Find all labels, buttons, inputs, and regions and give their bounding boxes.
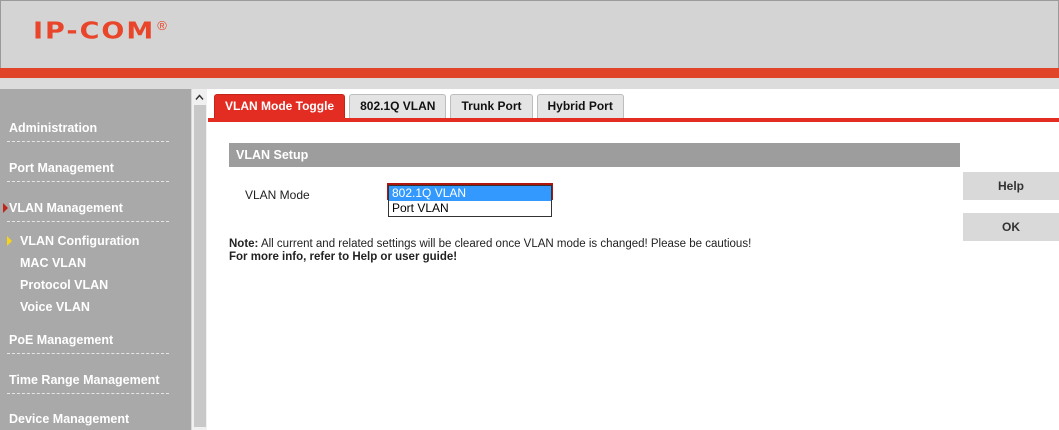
sidebar-section-port-management[interactable]: Port Management	[0, 159, 191, 189]
sidebar-section-label: VLAN Management	[9, 201, 123, 215]
ok-button[interactable]: OK	[963, 213, 1059, 241]
header-accent-bar	[0, 68, 1059, 78]
divider	[7, 141, 169, 142]
vlan-mode-dropdown-list: 802.1Q VLAN Port VLAN	[388, 185, 552, 217]
vlan-mode-label: VLAN Mode	[245, 188, 310, 202]
chevron-up-icon[interactable]	[195, 93, 204, 102]
main-content	[208, 122, 1059, 430]
note-text: All current and related settings will be…	[258, 238, 752, 250]
dropdown-option-802-1q-vlan[interactable]: 802.1Q VLAN	[389, 186, 551, 201]
tab-vlan-mode-toggle[interactable]: VLAN Mode Toggle	[214, 94, 346, 118]
scrollbar-thumb[interactable]	[194, 105, 206, 427]
logo-text: IP-COM	[33, 18, 156, 45]
divider	[7, 181, 169, 182]
sidebar-section-vlan-management[interactable]: VLAN Management	[0, 199, 191, 229]
sidebar-section-label: Administration	[9, 121, 98, 135]
sidebar-section-label: PoE Management	[9, 333, 114, 347]
divider	[7, 393, 169, 394]
tab-bar: VLAN Mode Toggle 802.1Q VLAN Trunk Port …	[214, 94, 628, 118]
sidebar-item-label: MAC VLAN	[20, 256, 86, 270]
header-under-bar	[0, 78, 1059, 89]
sidebar-section-label: Time Range Management	[9, 373, 160, 387]
dropdown-option-port-vlan[interactable]: Port VLAN	[389, 201, 551, 216]
sidebar-section-label: Port Management	[9, 161, 114, 175]
sidebar-section-administration[interactable]: Administration	[0, 119, 191, 149]
tab-hybrid-port[interactable]: Hybrid Port	[536, 94, 624, 118]
sidebar-section-poe-management[interactable]: PoE Management	[0, 331, 191, 361]
sidebar-item-label: Protocol VLAN	[20, 278, 109, 292]
sidebar-item-voice-vlan[interactable]: Voice VLAN	[0, 299, 191, 317]
help-button[interactable]: Help	[963, 172, 1059, 200]
sidebar-section-label: Device Management	[9, 412, 130, 426]
sidebar-section-device-management[interactable]: Device Management	[0, 411, 191, 430]
sidebar-item-label: VLAN Configuration	[20, 234, 140, 248]
divider	[7, 221, 169, 222]
tab-trunk-port[interactable]: Trunk Port	[450, 94, 533, 118]
sidebar-item-mac-vlan[interactable]: MAC VLAN	[0, 255, 191, 273]
sidebar-item-label: Voice VLAN	[20, 300, 90, 314]
sidebar-item-protocol-vlan[interactable]: Protocol VLAN	[0, 277, 191, 295]
warning-note: Note: All current and related settings w…	[229, 238, 751, 250]
sidebar-section-time-range-management[interactable]: Time Range Management	[0, 371, 191, 401]
note-prefix: Note:	[229, 238, 259, 250]
sidebar-scrollbar[interactable]	[191, 89, 207, 430]
arrow-right-icon	[7, 236, 12, 246]
app-header: IP-COM ®	[0, 0, 1059, 68]
registered-mark: ®	[157, 18, 167, 33]
section-title: VLAN Setup	[229, 143, 960, 167]
more-info-text: For more info, refer to Help or user gui…	[229, 251, 458, 263]
sidebar-item-vlan-configuration[interactable]: VLAN Configuration	[0, 233, 191, 251]
arrow-right-icon	[3, 203, 8, 213]
sidebar: Administration Port Management VLAN Mana…	[0, 89, 191, 430]
divider	[7, 353, 169, 354]
ip-com-logo: IP-COM ®	[33, 19, 167, 49]
tab-802-1q-vlan[interactable]: 802.1Q VLAN	[349, 94, 447, 118]
